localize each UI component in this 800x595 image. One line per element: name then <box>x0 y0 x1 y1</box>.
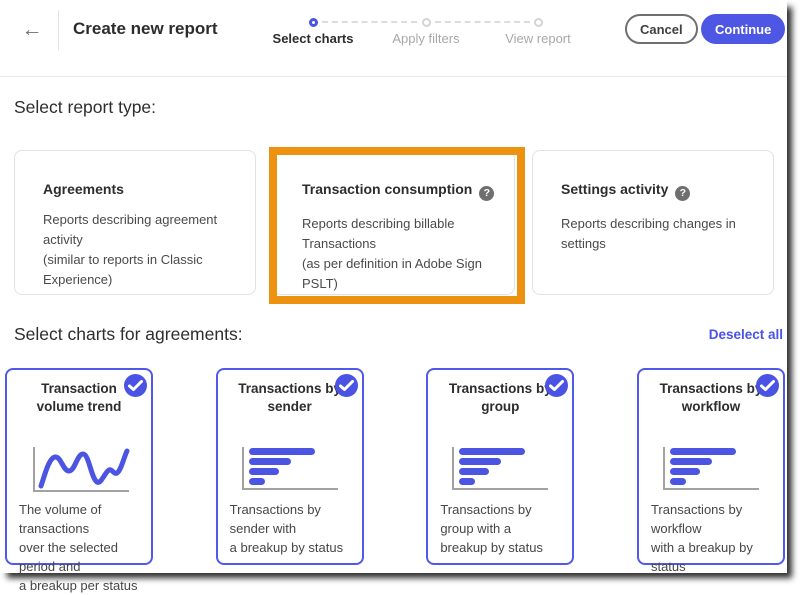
charts-heading: Select charts for agreements: <box>14 324 243 345</box>
chart-card-transactions-by-sender[interactable]: Transactions by sender Transactions by s… <box>216 368 364 565</box>
bar-chart-icon <box>428 446 572 492</box>
selected-check-icon[interactable] <box>756 374 779 397</box>
selected-check-icon[interactable] <box>335 374 358 397</box>
report-card-agreements[interactable]: Agreements Reports describing agreement … <box>14 150 256 295</box>
report-card-title: Settings activity? <box>561 181 765 201</box>
step-dot-select-charts <box>309 18 318 27</box>
report-type-cards: Agreements Reports describing agreement … <box>14 150 774 295</box>
step-dot-view-report <box>534 18 543 27</box>
help-icon[interactable]: ? <box>675 186 690 201</box>
report-card-settings-activity[interactable]: Settings activity? Reports describing ch… <box>532 150 774 295</box>
report-card-title: Agreements <box>43 181 247 197</box>
chart-cards: Transaction volume trend The volume of t… <box>5 368 785 565</box>
page-title: Create new report <box>73 19 218 39</box>
report-card-description: Reports describing billable Transactions… <box>302 214 506 294</box>
report-card-title: Transaction consumption? <box>302 181 506 201</box>
line-chart-icon <box>7 446 151 494</box>
report-card-title-text: Transaction consumption <box>302 181 472 197</box>
chart-card-transactions-by-group[interactable]: Transactions by group Transactions by gr… <box>426 368 574 565</box>
report-card-title-text: Settings activity <box>561 181 668 197</box>
continue-button[interactable]: Continue <box>701 14 785 44</box>
help-icon[interactable]: ? <box>479 186 494 201</box>
report-card-transaction-consumption[interactable]: Transaction consumption? Reports describ… <box>273 150 515 295</box>
report-card-description: Reports describing changes in settings <box>561 214 765 254</box>
create-report-window: ← Create new report Select charts Apply … <box>0 0 787 573</box>
chart-card-description: Transactions by workflow with a breakup … <box>651 500 778 576</box>
selected-check-icon[interactable] <box>124 374 147 397</box>
header-rule <box>0 76 787 77</box>
bar-chart-icon <box>639 446 783 492</box>
deselect-all-link[interactable]: Deselect all <box>709 327 783 342</box>
chart-card-transaction-volume-trend[interactable]: Transaction volume trend The volume of t… <box>5 368 153 565</box>
step-connector <box>322 21 417 23</box>
chart-card-description: Transactions by sender with a breakup by… <box>230 500 357 557</box>
back-button[interactable]: ← <box>16 14 48 46</box>
cancel-button[interactable]: Cancel <box>625 14 698 44</box>
step-label-view-report: View report <box>483 31 593 46</box>
report-card-description: Reports describing agreement activity (s… <box>43 210 247 290</box>
chart-card-description: The volume of transactions over the sele… <box>19 500 146 595</box>
bar-chart-icon <box>218 446 362 492</box>
chart-card-description: Transactions by group with a breakup by … <box>440 500 567 557</box>
step-label-apply-filters: Apply filters <box>371 31 481 46</box>
step-label-select-charts: Select charts <box>258 31 368 46</box>
selected-check-icon[interactable] <box>545 374 568 397</box>
header-divider <box>58 10 59 50</box>
report-type-heading: Select report type: <box>14 97 156 118</box>
step-dot-apply-filters <box>422 18 431 27</box>
step-connector <box>435 21 530 23</box>
chart-card-transactions-by-workflow[interactable]: Transactions by workflow Transactions by… <box>637 368 785 565</box>
